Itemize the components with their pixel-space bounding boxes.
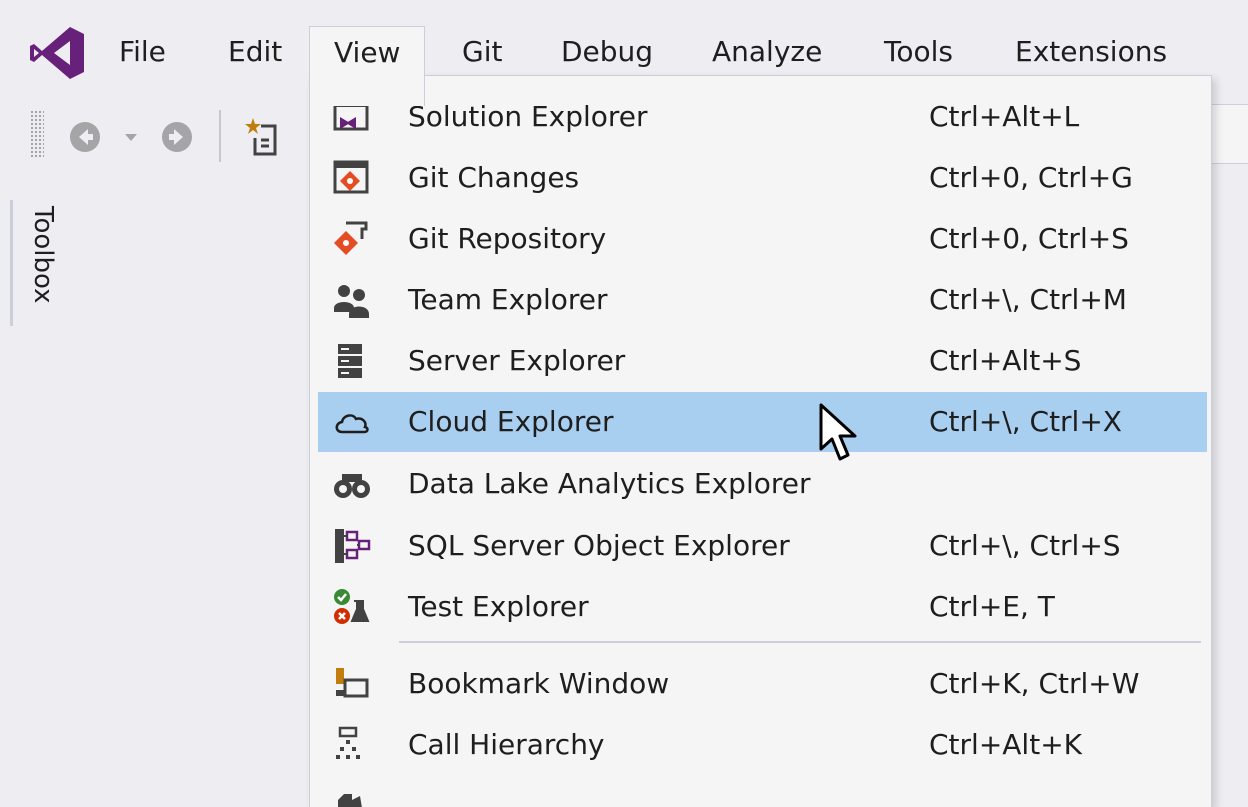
menu-item-bookmark-window[interactable]: Bookmark Window Ctrl+K, Ctrl+W: [318, 654, 1207, 714]
menu-item-shortcut: Ctrl+\, Ctrl+X: [929, 405, 1122, 438]
menu-item-git-changes[interactable]: Git Changes Ctrl+0, Ctrl+G: [318, 148, 1207, 208]
menu-item-shortcut: Ctrl+0, Ctrl+S: [929, 222, 1129, 255]
bookmark-window-icon: [336, 668, 369, 698]
menu-item-team-explorer[interactable]: Team Explorer Ctrl+\, Ctrl+M: [318, 270, 1207, 330]
menu-item-test-explorer[interactable]: Test Explorer Ctrl+E, T: [318, 577, 1207, 637]
menu-item-label: Call Hierarchy: [408, 728, 605, 761]
toolbar-grip[interactable]: [30, 110, 44, 158]
call-hierarchy-icon: [336, 726, 360, 759]
cloud-icon: [335, 414, 369, 434]
menu-item-label: Git Changes: [408, 161, 580, 194]
menu-item-label: Bookmark Window: [408, 667, 670, 700]
team-explorer-icon: [334, 285, 369, 318]
server-explorer-icon: [338, 344, 362, 378]
menu-item-label: Cloud Explorer: [408, 405, 614, 438]
menu-item-shortcut: Ctrl+\, Ctrl+S: [929, 529, 1121, 562]
menu-item-shortcut: Ctrl+\, Ctrl+M: [929, 283, 1127, 316]
menu-item-label: Server Explorer: [408, 344, 626, 377]
new-project-icon[interactable]: [243, 114, 283, 158]
git-repository-icon: [334, 221, 368, 255]
menu-item-label: Team Explorer: [408, 283, 608, 316]
toolbar-separator: [219, 110, 221, 162]
menu-item-label: Solution Explorer: [408, 100, 648, 133]
menu-extensions[interactable]: Extensions: [1015, 30, 1167, 74]
navigate-back-icon[interactable]: [68, 120, 102, 154]
menu-item-shortcut: Ctrl+Alt+L: [929, 100, 1080, 133]
menu-item-shortcut: Ctrl+E, T: [929, 590, 1055, 623]
toolbox-tab[interactable]: Toolbox: [28, 206, 58, 304]
menu-tools[interactable]: Tools: [884, 30, 953, 74]
menu-item-shortcut: Ctrl+K, Ctrl+W: [929, 667, 1140, 700]
menu-item-sql-server-object-explorer[interactable]: SQL Server Object Explorer Ctrl+\, Ctrl+…: [318, 516, 1207, 576]
menu-edit[interactable]: Edit: [228, 30, 282, 74]
binoculars-icon: [334, 474, 370, 498]
menu-item-shortcut: Ctrl+Alt+S: [929, 344, 1082, 377]
menu-item-label: Data Lake Analytics Explorer: [408, 467, 811, 500]
back-dropdown-icon[interactable]: [124, 132, 138, 142]
toolbar-overflow-area: [1210, 104, 1248, 164]
navigate-forward-icon[interactable]: [160, 120, 194, 154]
menu-item-git-repository[interactable]: Git Repository Ctrl+0, Ctrl+S: [318, 209, 1207, 269]
sql-object-explorer-icon: [335, 529, 371, 563]
partially-visible-menu-icon: [338, 794, 362, 807]
menu-separator: [399, 641, 1201, 643]
mouse-cursor-icon: [819, 403, 857, 461]
menu-file[interactable]: File: [119, 30, 166, 74]
menu-debug[interactable]: Debug: [561, 30, 653, 74]
toolbox-tab-rail: [10, 200, 13, 326]
menu-item-label: Test Explorer: [408, 590, 589, 623]
menu-item-cloud-explorer[interactable]: Cloud Explorer Ctrl+\, Ctrl+X: [318, 392, 1207, 452]
visual-studio-logo-icon[interactable]: [28, 25, 86, 81]
menu-item-call-hierarchy[interactable]: Call Hierarchy Ctrl+Alt+K: [318, 715, 1207, 775]
menu-analyze[interactable]: Analyze: [712, 30, 822, 74]
git-changes-icon: [333, 160, 369, 194]
view-menu-dropdown: Solution Explorer Ctrl+Alt+L Git Changes…: [309, 75, 1212, 807]
menu-item-label: Git Repository: [408, 222, 607, 255]
menu-item-data-lake-analytics-explorer[interactable]: Data Lake Analytics Explorer: [318, 454, 1207, 514]
menu-item-shortcut: Ctrl+Alt+K: [929, 728, 1083, 761]
menu-view[interactable]: View: [309, 26, 426, 106]
menu-item-label: SQL Server Object Explorer: [408, 529, 790, 562]
menu-item-solution-explorer[interactable]: Solution Explorer Ctrl+Alt+L: [318, 87, 1207, 147]
test-explorer-icon: [334, 589, 370, 624]
menu-git[interactable]: Git: [462, 30, 502, 74]
menu-item-server-explorer[interactable]: Server Explorer Ctrl+Alt+S: [318, 331, 1207, 391]
menu-item-shortcut: Ctrl+0, Ctrl+G: [929, 161, 1133, 194]
